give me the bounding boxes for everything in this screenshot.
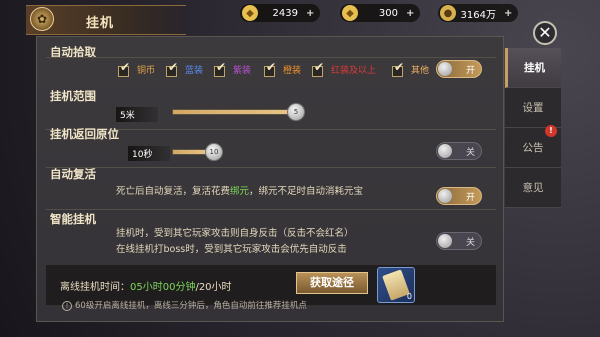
pickup-copper-checkbox[interactable]: 铜币	[118, 60, 156, 77]
return-pos-toggle[interactable]: 关	[436, 142, 482, 160]
range-fill	[173, 110, 293, 114]
get-method-button[interactable]: 获取途径	[296, 272, 368, 294]
return-pos-value: 10秒	[128, 146, 170, 161]
toggle-knob	[438, 234, 452, 248]
side-tabs: 挂机 设置 公告 ! 意见	[505, 48, 561, 208]
auto-revive-desc: 死亡后自动复活，复活花费绑元，绑元不足时自动消耗元宝	[116, 183, 363, 197]
pickup-purple-checkbox[interactable]: 紫装	[214, 60, 252, 77]
pickup-orange-checkbox[interactable]: 橙装	[264, 60, 302, 77]
scroll-icon	[382, 269, 410, 301]
divider	[46, 57, 496, 58]
resource-copper: ● 3164万 +	[438, 4, 519, 22]
range-slider-thumb[interactable]: 5	[287, 103, 305, 121]
pickup-red-label: 红装及以上	[331, 66, 377, 76]
tab-label: 意见	[522, 182, 544, 194]
auto-revive-title: 自动复活	[50, 167, 96, 181]
toggle-label: 开	[465, 193, 475, 203]
pickup-blue-label: 蓝装	[185, 66, 204, 76]
copper-coin-icon: ●	[440, 5, 456, 21]
tab-feedback[interactable]: 意见	[505, 168, 561, 208]
emblem-icon: ✿	[30, 7, 54, 31]
toggle-label: 开	[465, 66, 475, 76]
checkmark-icon	[166, 60, 180, 77]
window-title: 挂机	[86, 16, 115, 31]
resource-gold: ◆ 2439 +	[240, 4, 321, 22]
checkmark-icon	[214, 60, 228, 77]
pickup-red-checkbox[interactable]: 红装及以上	[312, 60, 377, 77]
toggle-knob	[438, 189, 452, 203]
silver-value: 300	[378, 7, 398, 19]
offline-max: /20小时	[195, 282, 232, 293]
tab-label: 挂机	[524, 62, 545, 74]
revive-desc-prefix: 死亡后自动复活，复活花费	[116, 186, 231, 197]
add-gold-button[interactable]: +	[306, 8, 314, 19]
pickup-orange-label: 橙装	[283, 66, 302, 76]
smart-idle-title: 智能挂机	[50, 212, 96, 226]
offline-time: 05小时00分钟	[130, 282, 196, 293]
gold-ingot-icon: ◆	[242, 5, 258, 21]
toggle-knob	[438, 62, 452, 76]
top-bar: ✿ 挂机 ◆ 2439 + ◆ 300 + ● 3164万 +	[0, 0, 600, 35]
toggle-knob	[438, 144, 452, 158]
tab-label: 公告	[522, 142, 544, 154]
notification-badge: !	[545, 125, 557, 137]
offline-note-text: 60级开启离线挂机，离线三分钟后，角色自动前往推荐挂机点	[75, 301, 307, 311]
offline-label: 离线挂机时间：	[60, 282, 130, 293]
auto-revive-toggle[interactable]: 开	[436, 187, 482, 205]
toggle-label: 关	[465, 148, 475, 158]
tab-settings[interactable]: 设置	[505, 88, 561, 128]
info-icon: !	[62, 301, 72, 311]
checkmark-icon	[118, 60, 132, 77]
smart-idle-desc-1: 挂机时，受到其它玩家攻击则自身反击（反击不会红名）	[116, 228, 354, 239]
toggle-label: 关	[465, 238, 475, 248]
add-copper-button[interactable]: +	[504, 8, 512, 19]
range-title: 挂机范围	[50, 89, 96, 103]
range-slider[interactable]: 5	[172, 103, 305, 121]
pickup-purple-label: 紫装	[233, 66, 252, 76]
copper-value: 3164万	[460, 9, 496, 21]
add-silver-button[interactable]: +	[406, 8, 414, 19]
return-pos-fill	[173, 150, 209, 154]
checkmark-icon	[312, 60, 326, 77]
pickup-blue-checkbox[interactable]: 蓝装	[166, 60, 204, 77]
smart-idle-toggle[interactable]: 关	[436, 232, 482, 250]
divider	[46, 167, 496, 168]
divider	[46, 209, 496, 210]
checkmark-icon	[264, 60, 278, 77]
pickup-other-label: 其他	[411, 66, 430, 76]
resource-silver: ◆ 300 +	[340, 4, 421, 22]
revive-desc-suffix: ，绑元不足时自动消耗元宝	[249, 186, 364, 197]
silver-ingot-icon: ◆	[342, 5, 358, 21]
item-count: 0	[406, 292, 412, 301]
tab-label: 设置	[522, 102, 544, 114]
return-pos-title: 挂机返回原位	[50, 127, 119, 141]
offline-time-row: 离线挂机时间：05小时00分钟/20小时	[60, 278, 232, 293]
pickup-other-checkbox[interactable]: 其他	[392, 60, 430, 77]
range-value: 5米	[116, 107, 158, 122]
smart-idle-desc-2: 在线挂机打boss时，受到其它玩家攻击会优先自动反击	[116, 244, 347, 255]
checkmark-icon	[392, 60, 406, 77]
tab-idle[interactable]: 挂机	[505, 48, 561, 88]
revive-desc-currency: 绑元	[230, 186, 250, 197]
tab-announcement[interactable]: 公告 !	[505, 125, 561, 168]
auto-pickup-toggle[interactable]: 开	[436, 60, 482, 78]
return-pos-slider[interactable]: 10	[172, 143, 223, 161]
offline-note: ! 60级开启离线挂机，离线三分钟后，角色自动前往推荐挂机点	[62, 299, 307, 311]
close-button[interactable]: ✕	[533, 21, 557, 45]
gold-value: 2439	[272, 7, 298, 19]
offline-scroll-item[interactable]: 0	[377, 267, 415, 303]
pickup-copper-label: 铜币	[137, 66, 156, 76]
return-pos-slider-thumb[interactable]: 10	[205, 143, 223, 161]
